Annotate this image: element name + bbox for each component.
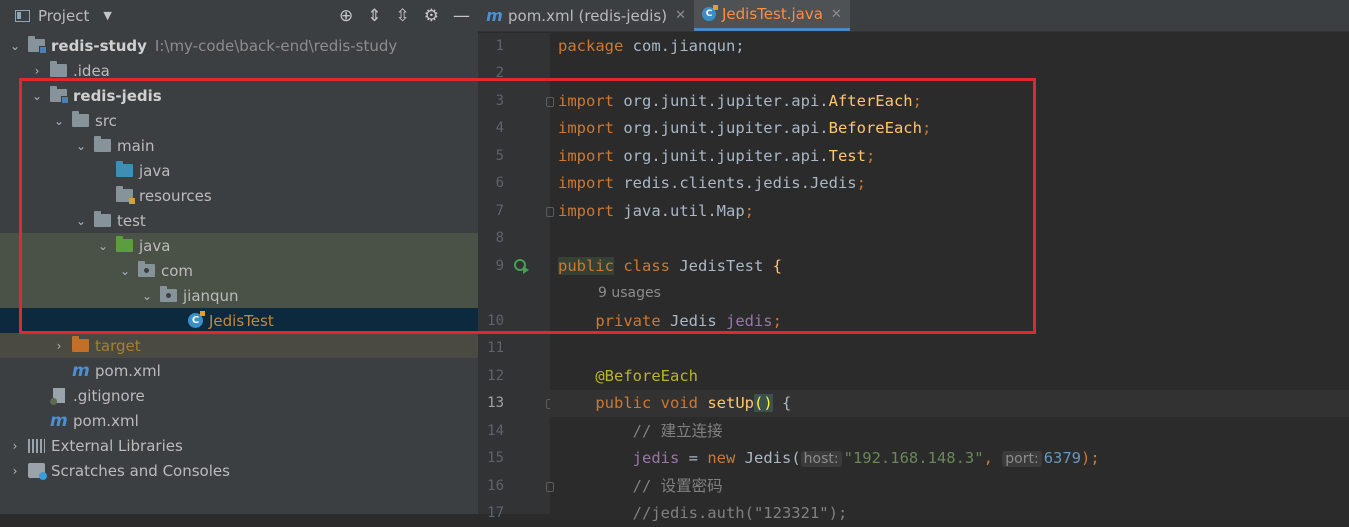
tree-item-label: pom.xml xyxy=(95,361,161,380)
folder-icon xyxy=(50,61,67,77)
project-window-icon xyxy=(15,9,30,22)
tab-pom-xml[interactable]: m pom.xml (redis-jedis) ✕ xyxy=(478,0,694,31)
code-line-16: // 设置密码 xyxy=(632,477,723,495)
tree-item-label: .idea xyxy=(73,61,110,80)
project-panel-title[interactable]: Project xyxy=(38,7,89,25)
hide-panel-icon[interactable]: — xyxy=(453,6,470,26)
scratches-icon xyxy=(28,463,47,480)
tab-label: pom.xml (redis-jedis) xyxy=(508,6,668,25)
maven-icon: m xyxy=(72,360,90,381)
line-number: 14 xyxy=(487,423,504,439)
line-number: 13 xyxy=(487,395,504,411)
excluded-folder-icon xyxy=(72,336,89,352)
tree-item-label: External Libraries xyxy=(51,436,183,455)
project-panel-header: Project ▼ ⊕ ⇕ ⇳ ⚙ — xyxy=(0,0,478,31)
tree-item-label: Scratches and Consoles xyxy=(51,461,230,480)
chevron-right-icon[interactable]: › xyxy=(52,339,66,353)
close-icon[interactable]: ✕ xyxy=(675,8,686,23)
tree-item-label: .gitignore xyxy=(73,386,145,405)
code-line-1: package com.jianqun; xyxy=(558,37,745,55)
tree-item-label: redis-study xyxy=(51,36,147,55)
inlay-hint-port: port: xyxy=(1002,451,1042,467)
library-icon xyxy=(28,438,45,453)
chevron-right-icon[interactable]: › xyxy=(8,464,22,478)
maven-icon: m xyxy=(486,6,503,25)
close-icon[interactable]: ✕ xyxy=(831,7,842,22)
tree-item-gitignore[interactable]: .gitignore xyxy=(0,383,478,408)
chevron-down-icon[interactable]: ▼ xyxy=(103,9,111,22)
tree-item-external-libraries[interactable]: › External Libraries xyxy=(0,433,478,458)
highlight-annotation-box xyxy=(19,78,1036,334)
chevron-down-icon[interactable]: ⌄ xyxy=(8,39,22,53)
gitignore-file-icon xyxy=(50,388,65,405)
tab-label: JedisTest.java xyxy=(722,5,823,23)
line-number: 11 xyxy=(487,340,504,356)
line-number: 12 xyxy=(487,368,504,384)
tree-item-label: target xyxy=(95,336,141,355)
inlay-hint-host: host: xyxy=(800,451,842,467)
project-toolbar: ⊕ ⇕ ⇳ ⚙ — xyxy=(339,0,470,31)
tree-item-module-pom[interactable]: m pom.xml xyxy=(0,358,478,383)
editor-tabs: m pom.xml (redis-jedis) ✕ C JedisTest.ja… xyxy=(478,0,1349,32)
tree-item-root-pom[interactable]: m pom.xml xyxy=(0,408,478,433)
maven-icon: m xyxy=(50,410,68,431)
tree-item-target[interactable]: › target xyxy=(0,333,478,358)
gear-icon[interactable]: ⚙ xyxy=(424,6,439,26)
line-number: 15 xyxy=(487,450,504,466)
line-number: 1 xyxy=(495,38,504,54)
tree-item-redis-study[interactable]: ⌄ redis-study I:\my-code\back-end\redis-… xyxy=(0,33,478,58)
tree-item-scratches[interactable]: › Scratches and Consoles xyxy=(0,458,478,483)
expand-all-icon[interactable]: ⇕ xyxy=(367,6,381,26)
code-line-12: @BeforeEach xyxy=(595,367,698,385)
line-number: 16 xyxy=(487,478,504,494)
tab-jedistest-java[interactable]: C JedisTest.java ✕ xyxy=(694,0,850,31)
locate-file-icon[interactable]: ⊕ xyxy=(339,6,353,26)
module-folder-icon xyxy=(28,36,47,54)
chevron-right-icon[interactable]: › xyxy=(8,439,22,453)
chevron-right-icon[interactable]: › xyxy=(30,64,44,78)
tree-item-label: pom.xml xyxy=(73,411,139,430)
collapse-all-icon[interactable]: ⇳ xyxy=(396,6,410,26)
project-path: I:\my-code\back-end\redis-study xyxy=(154,36,398,55)
java-class-icon: C xyxy=(702,5,718,21)
code-line-15: jedis = new Jedis(host: "192.168.148.3", … xyxy=(632,449,1100,467)
code-line-13: public void setUp() { xyxy=(595,394,792,412)
code-line-14: // 建立连接 xyxy=(632,422,723,440)
